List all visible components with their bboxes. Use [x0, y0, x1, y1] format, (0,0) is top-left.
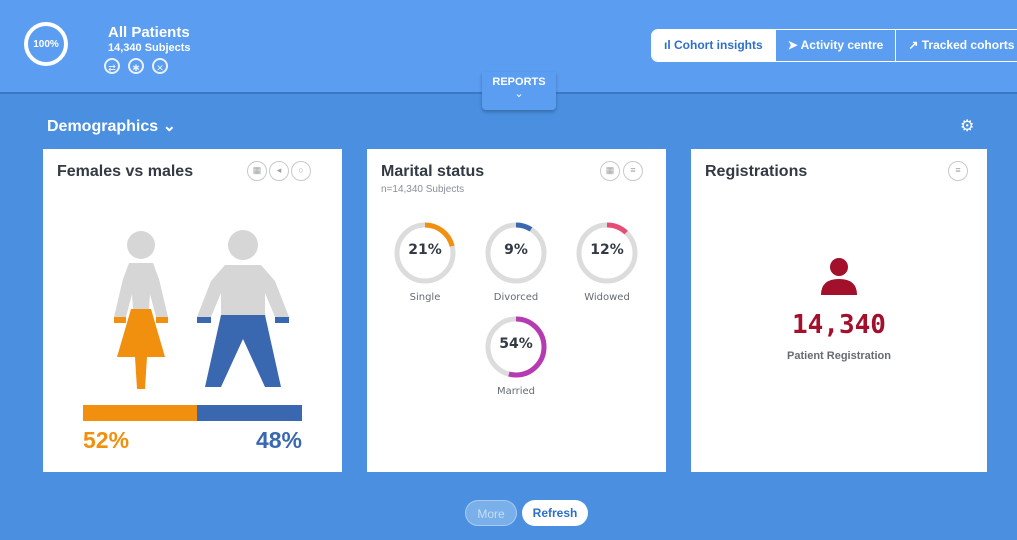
cohort-percent: 100%: [33, 38, 59, 50]
donut-label: Married: [496, 386, 536, 397]
female-share-bar: [83, 405, 197, 421]
person-icon: [821, 258, 857, 295]
close-icon[interactable]: ✕: [152, 58, 168, 74]
donut-divorced: 9% Divorced: [484, 221, 548, 303]
cohort-subjects: 14,340 Subjects: [108, 42, 191, 54]
bar-chart-icon: ıl: [664, 38, 675, 52]
nav-button-group: ıl Cohort insights ➤ Activity centre ↗ T…: [651, 29, 1017, 62]
cohort-insights-button[interactable]: ıl Cohort insights: [652, 30, 775, 61]
activity-centre-label: Activity centre: [800, 38, 884, 52]
demographics-dropdown[interactable]: Demographics ⌄: [47, 116, 176, 136]
activity-centre-button[interactable]: ➤ Activity centre: [774, 30, 896, 61]
card-title: Registrations: [705, 163, 808, 180]
donut-value: 9%: [504, 242, 528, 258]
tracked-cohorts-label: Tracked cohorts: [921, 38, 1015, 52]
donut-widowed: 12% Widowed: [575, 221, 639, 303]
cohort-title: All Patients: [108, 24, 190, 41]
male-share-bar: [197, 405, 302, 421]
donut-single: 21% Single: [393, 221, 457, 303]
more-button[interactable]: More: [465, 500, 517, 526]
swap-icon[interactable]: ⇄: [104, 58, 120, 74]
female-percent: 52%: [83, 427, 130, 453]
marital-status-card: Marital status n=14,340 Subjects ▦ ≡ 21%…: [367, 149, 666, 472]
registrations-card: Registrations ≡ 14,340 Patient Registrat…: [691, 149, 987, 472]
registration-count: 14,340: [792, 310, 886, 340]
reports-label: REPORTS: [492, 76, 546, 88]
gender-figures: [83, 230, 302, 421]
male-figure: [197, 230, 289, 387]
male-percent: 48%: [255, 427, 302, 453]
cohort-insights-label: Cohort insights: [674, 38, 763, 52]
card-title: Marital status: [381, 163, 485, 180]
chevron-down-icon: ⌄: [162, 118, 176, 135]
section-title: Demographics: [47, 118, 159, 135]
refresh-button[interactable]: Refresh: [522, 500, 588, 526]
gender-card: Females vs males ▦ ◂ ○ 52% 48%: [43, 149, 342, 472]
reports-toggle[interactable]: REPORTS ⌄: [482, 72, 556, 110]
donut-value: 54%: [499, 336, 533, 352]
list-icon[interactable]: ≡: [948, 161, 968, 181]
donut-label: Widowed: [584, 292, 630, 303]
registration-label: Patient Registration: [787, 350, 891, 362]
trend-icon: ↗: [908, 38, 922, 52]
send-icon: ➤: [787, 38, 801, 52]
donut-label: Single: [409, 292, 441, 303]
chevron-down-icon: ⌄: [514, 88, 524, 100]
tracked-cohorts-button[interactable]: ↗ Tracked cohorts: [895, 30, 1017, 61]
app-root: 100% All Patients 14,340 Subjects ⇄ ✱ ✕ …: [0, 0, 1017, 540]
donut-value: 12%: [590, 242, 624, 258]
gear-icon[interactable]: ⚙: [960, 116, 974, 136]
donut-married: 54% Married: [484, 315, 548, 397]
list-icon[interactable]: ≡: [623, 161, 643, 181]
donut-label: Divorced: [493, 292, 539, 303]
donut-value: 21%: [408, 242, 442, 258]
card-subtitle: n=14,340 Subjects: [381, 184, 465, 195]
cohort-percent-ring: 100%: [24, 22, 68, 66]
pin-icon[interactable]: ✱: [128, 58, 144, 74]
female-figure: [114, 231, 168, 389]
table-icon[interactable]: ▦: [600, 161, 620, 181]
